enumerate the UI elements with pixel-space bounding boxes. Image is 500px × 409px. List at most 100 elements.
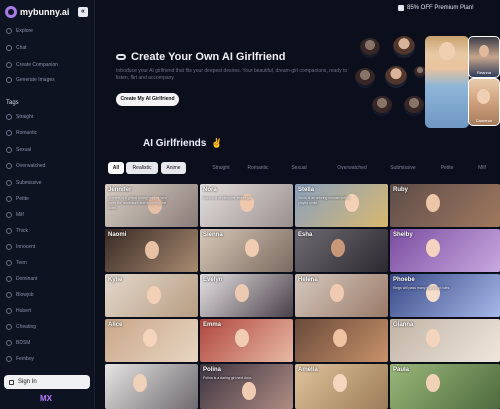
companion-card[interactable]: Stella Stella is an alluring woman with a… [295,184,388,227]
companion-caption: Reanna [476,70,491,75]
face-shape [479,45,489,57]
tag-item[interactable]: Blowjob [6,292,34,298]
companion-card[interactable]: Polina Polina is a daring girl next door. [200,364,293,409]
tag-item[interactable]: Romantic [6,130,37,136]
companion-card[interactable]: Naomi [105,229,198,272]
filter-tag[interactable]: Milf [470,162,494,174]
face-shape [143,329,157,347]
companion-card[interactable]: Amelia [295,364,388,409]
heart-icon [6,196,12,202]
filter-tag[interactable]: Submissive [385,162,421,174]
filter-tag[interactable]: Petite [435,162,459,174]
crown-icon [6,276,12,282]
tag-icon [6,324,12,330]
face-shape [242,382,256,400]
face-shape [331,239,345,257]
companion-card[interactable]: Helena [295,274,388,317]
logo-text: mybunny.ai [20,7,70,17]
nav-item-chat[interactable]: Chat [6,45,27,51]
face-shape [330,284,344,302]
section-title: AI Girlfriends ✌ [143,138,223,149]
tag-item[interactable]: Petite [6,196,29,202]
tag-item[interactable]: Teen [6,260,27,266]
companion-card[interactable]: Ruby [390,184,500,227]
hero-companion-card[interactable]: Reanna [468,36,500,78]
sign-in-button[interactable]: Sign In [4,375,90,389]
hero-companion-card[interactable]: Cameron [468,78,500,126]
tag-item[interactable]: Innocent [6,244,35,250]
premium-promo-link[interactable]: 85% OFF Premium Plan! [398,5,474,11]
companion-card[interactable] [295,319,388,362]
mx-badge[interactable]: MX [40,394,52,403]
companion-card[interactable]: Shelby [390,229,500,272]
flame-icon [6,147,12,153]
tag-item[interactable]: Sexual [6,147,31,153]
login-icon [9,379,14,385]
avatar-bubble [355,68,375,88]
tag-icon [6,308,12,314]
tag-icon [6,340,12,346]
companion-card[interactable]: Nora Nora is a wholesome sweet girl. [200,184,293,227]
companion-card[interactable]: Emma [200,319,293,362]
companion-card[interactable]: Gianna [390,319,500,362]
tag-item[interactable]: Overwatched [6,163,45,169]
logo-icon [5,6,17,18]
sidebar: mybunny.ai « Explore Chat Create Compani… [0,0,95,409]
hero-featured-image [425,36,469,128]
tag-icon [6,260,12,266]
tag-item[interactable]: BDSM [6,340,30,346]
tag-item[interactable]: Submissive [6,180,42,186]
filter-tag[interactable]: Straight [206,162,236,174]
face-shape [333,329,347,347]
filter-all[interactable]: All [108,162,124,174]
hero-title: Create Your Own AI Girlfriend [116,51,285,63]
face-shape [426,239,440,257]
face-shape [235,329,249,347]
companion-card[interactable]: Jennifer Jennifer is a global bunny hoppe… [105,184,198,227]
filter-tag[interactable]: Romantic [243,162,273,174]
compass-icon [6,28,12,34]
avatar-bubble [360,38,380,58]
filter-tag[interactable]: Overwatched [330,162,374,174]
companion-caption: Cameron [475,118,493,123]
companion-card[interactable]: Sienna [200,229,293,272]
avatar-bubble [385,66,407,88]
nav-item-explore[interactable]: Explore [6,28,33,34]
tag-item[interactable]: Dominant [6,276,37,282]
hero-description: Introduce your AI girlfriend that fits y… [116,68,348,81]
filter-tag[interactable]: Sexual [284,162,314,174]
companion-card[interactable]: Alice [105,319,198,362]
tag-item[interactable]: Hubert [6,308,31,314]
sparkle-icon [6,244,12,250]
tag-item[interactable]: Straight [6,114,33,120]
collapse-sidebar-button[interactable]: « [78,7,88,17]
face-shape [145,241,159,259]
filter-realistic[interactable]: Realistic [126,162,158,174]
companion-card[interactable]: Paula [390,364,500,409]
face-shape [477,89,490,104]
heart-icon [6,212,12,218]
tag-item[interactable]: Femboy [6,356,34,362]
companion-card[interactable]: Phoebe Kings will pass many trials and ru… [390,274,500,317]
nav-item-create-companion[interactable]: Create Companion [6,62,58,68]
companion-card[interactable]: Evelyn [200,274,293,317]
face-shape [426,329,440,347]
face-shape [235,284,249,302]
create-girlfriend-button[interactable]: Create My AI Girlfriend [116,93,179,106]
companion-card[interactable]: Kylie [105,274,198,317]
avatar-bubble [393,36,415,58]
face-shape [439,42,455,60]
filter-anime[interactable]: Anime [161,162,186,174]
tag-item[interactable]: Milf [6,212,24,218]
tag-icon [6,356,12,362]
companion-card[interactable] [105,364,198,409]
tag-item[interactable]: Cheating [6,324,36,330]
tag-item[interactable]: Thick [6,228,28,234]
logo[interactable]: mybunny.ai [5,6,69,18]
companion-grid: Jennifer Jennifer is a global bunny hoppe… [105,184,500,409]
companion-card[interactable]: Esha [295,229,388,272]
image-icon [6,77,12,83]
tag-icon [6,114,12,120]
gift-icon [398,5,404,11]
nav-item-generate-images[interactable]: Generate Images [6,77,55,83]
